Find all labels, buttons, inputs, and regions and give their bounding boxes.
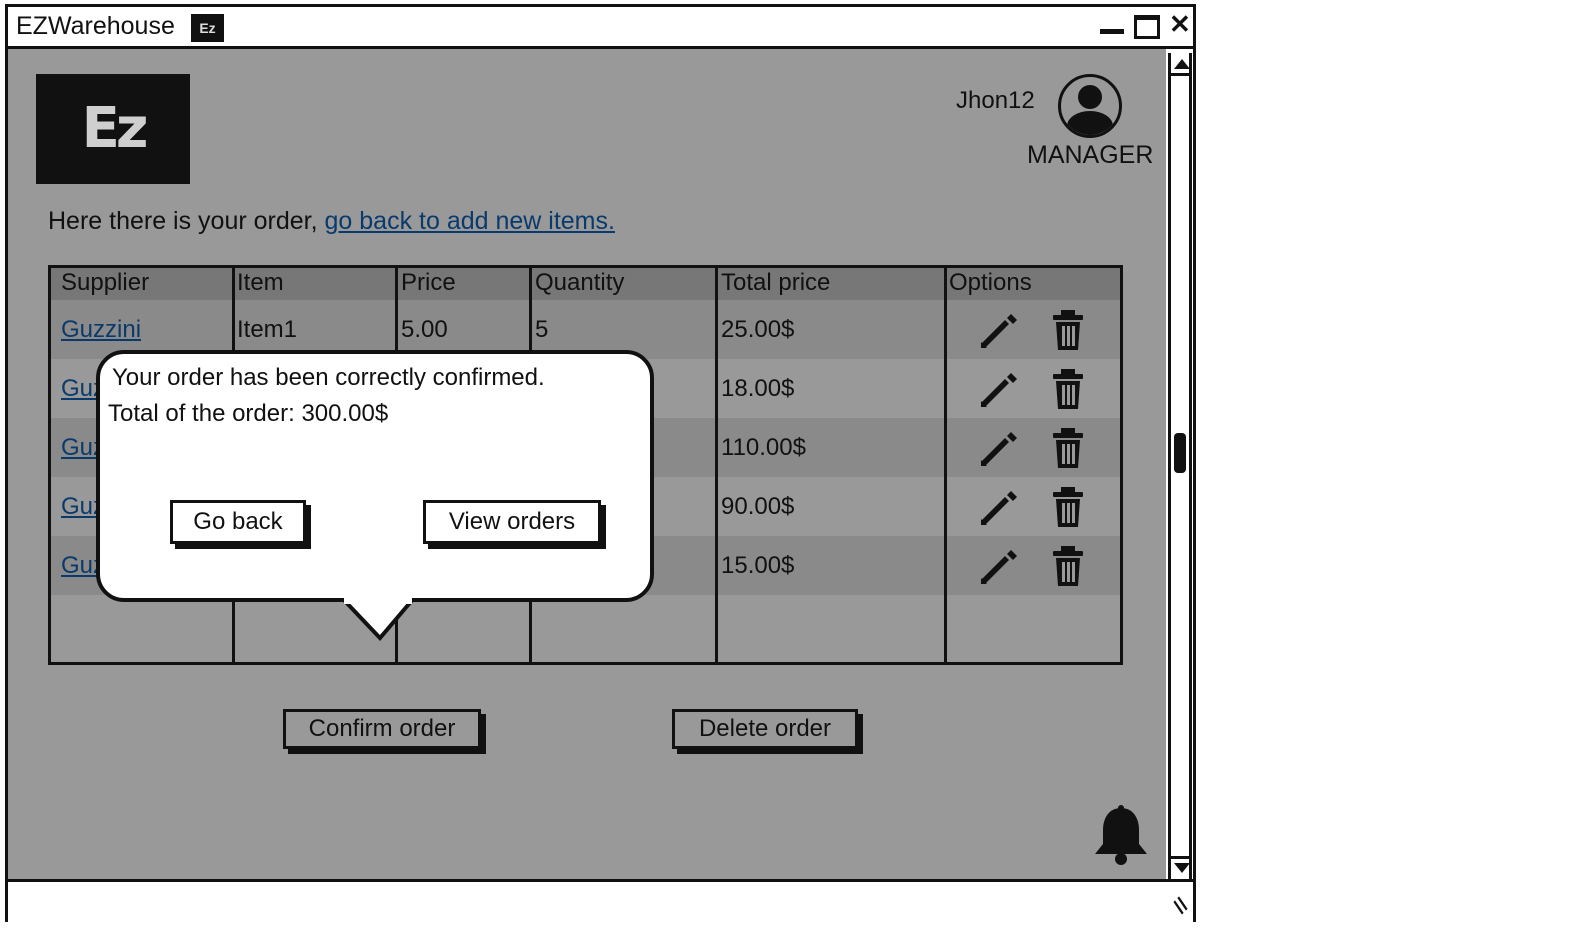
view-orders-button[interactable]: View orders xyxy=(423,500,601,544)
delete-order-button[interactable]: Delete order xyxy=(672,709,858,749)
order-intro: Here there is your order, go back to add… xyxy=(48,207,615,236)
column-header: Options xyxy=(949,269,1032,296)
delete-icon[interactable] xyxy=(1051,369,1085,409)
title-bar: EZWarehouse Ez ✕ xyxy=(8,7,1193,49)
column-header: Total price xyxy=(721,269,831,296)
user-avatar-icon[interactable] xyxy=(1058,74,1122,138)
table-header: Supplier Item Price Quantity Total price… xyxy=(51,268,1120,300)
confirmation-popup: Your order has been correctly confirmed.… xyxy=(96,350,654,602)
status-bar: // xyxy=(8,879,1193,922)
window-title: EZWarehouse xyxy=(16,12,175,40)
maximize-icon[interactable] xyxy=(1134,15,1160,39)
cell-total: 18.00$ xyxy=(721,375,795,402)
username: Jhon12 xyxy=(956,87,1035,114)
add-items-link[interactable]: go back to add new items. xyxy=(325,207,615,235)
intro-text: Here there is your order, xyxy=(48,207,325,235)
cell-total: 90.00$ xyxy=(721,493,795,520)
cell-total: 25.00$ xyxy=(721,316,795,343)
user-role: MANAGER xyxy=(1027,141,1154,169)
confirm-order-button[interactable]: Confirm order xyxy=(283,709,481,749)
cell-total: 110.00$ xyxy=(721,434,806,461)
edit-icon[interactable] xyxy=(979,314,1019,350)
edit-icon[interactable] xyxy=(979,373,1019,409)
scroll-thumb[interactable] xyxy=(1174,433,1186,473)
column-header: Price xyxy=(401,269,456,296)
cell-total: 15.00$ xyxy=(721,552,795,579)
minimize-icon[interactable] xyxy=(1100,29,1124,34)
delete-icon[interactable] xyxy=(1051,546,1085,586)
close-icon[interactable]: ✕ xyxy=(1169,9,1191,40)
scroll-up-icon[interactable] xyxy=(1174,59,1190,69)
company-logo: Ez xyxy=(36,74,190,184)
column-header: Supplier xyxy=(61,269,150,296)
bell-icon[interactable] xyxy=(1091,804,1151,866)
popup-pointer xyxy=(339,598,417,641)
delete-icon[interactable] xyxy=(1051,487,1085,527)
popup-order-total: Total of the order: 300.00$ xyxy=(108,400,389,427)
popup-message: Your order has been correctly confirmed. xyxy=(112,364,545,391)
go-back-button[interactable]: Go back xyxy=(170,500,306,544)
column-header: Item xyxy=(237,269,284,296)
edit-icon[interactable] xyxy=(979,550,1019,586)
edit-icon[interactable] xyxy=(979,432,1019,468)
delete-icon[interactable] xyxy=(1051,310,1085,350)
scroll-down-icon[interactable] xyxy=(1174,863,1190,873)
resize-grip-icon[interactable]: // xyxy=(1169,894,1193,918)
app-logo-icon: Ez xyxy=(191,14,224,42)
column-header: Quantity xyxy=(535,269,625,296)
delete-icon[interactable] xyxy=(1051,428,1085,468)
vertical-scrollbar[interactable] xyxy=(1168,53,1192,879)
edit-icon[interactable] xyxy=(979,491,1019,527)
